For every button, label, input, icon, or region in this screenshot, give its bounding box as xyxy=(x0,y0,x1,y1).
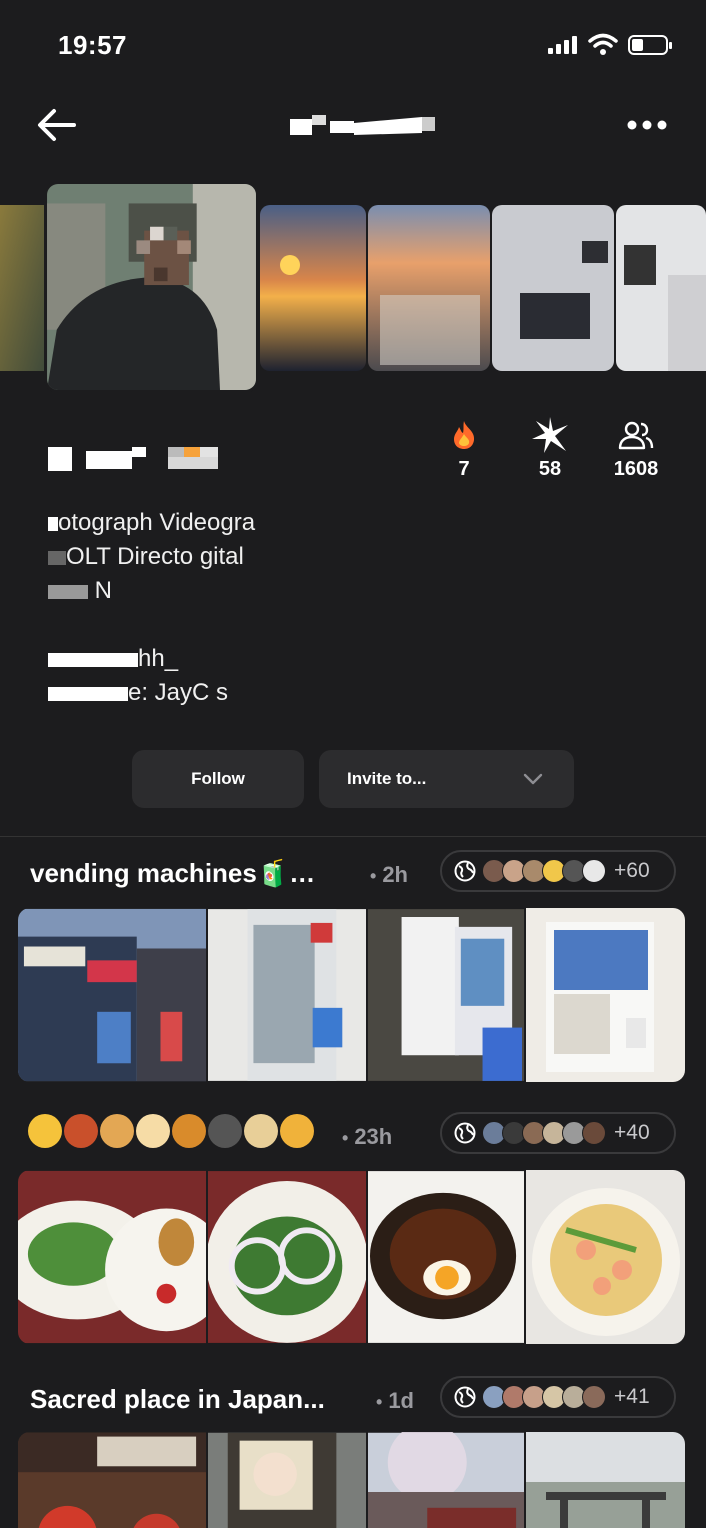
bio-line: e: JayC s xyxy=(48,676,468,710)
album-photo xyxy=(368,1170,526,1344)
member-avatar xyxy=(582,859,606,883)
cover-photo-desk xyxy=(492,205,614,371)
album-photo xyxy=(526,1432,685,1528)
album-time: • 1d xyxy=(376,1388,414,1413)
album-card[interactable]: • 23h +40 xyxy=(0,1112,706,1344)
redaction-mask xyxy=(48,686,128,701)
profile-stats: 7 58 1608 xyxy=(430,417,680,488)
album-photo xyxy=(368,1432,526,1528)
status-time: 19:57 xyxy=(58,30,127,60)
albums-count: 58 xyxy=(538,458,562,480)
pancakes-emoji-icon xyxy=(100,1114,134,1148)
members-extra-count: +40 xyxy=(614,1121,650,1144)
battery-icon xyxy=(628,35,672,55)
frying-pan-emoji-icon xyxy=(208,1114,242,1148)
album-header: Sacred place in Japan... • 1d +41 xyxy=(0,1376,706,1424)
paella-emoji-icon xyxy=(172,1114,206,1148)
album-photo xyxy=(526,908,685,1082)
album-photo xyxy=(526,1170,685,1344)
redaction-mask xyxy=(48,652,138,667)
album-card[interactable]: Sacred place in Japan... • 1d +41 xyxy=(0,1376,706,1528)
album-time-text: 2h xyxy=(382,862,408,887)
dumpling-emoji-icon xyxy=(244,1114,278,1148)
redacted-username xyxy=(290,115,435,135)
top-bar xyxy=(0,95,706,155)
member-avatars xyxy=(482,1121,606,1145)
cellular-signal-icon xyxy=(548,36,577,54)
redaction-mask xyxy=(48,550,66,565)
album-time: • 2h xyxy=(370,862,408,887)
more-options-icon[interactable] xyxy=(622,115,672,135)
bio-text: hh_ xyxy=(138,645,179,672)
album-members-pill[interactable]: +60 xyxy=(440,850,676,892)
album-photo xyxy=(18,1432,208,1528)
album-photo xyxy=(208,1432,368,1528)
wifi-icon xyxy=(588,33,618,55)
bio-line: otograph Videogra xyxy=(48,506,468,540)
streak-stat[interactable]: 7 xyxy=(424,418,504,481)
album-photo xyxy=(208,908,368,1082)
globe-icon xyxy=(454,1386,476,1408)
section-divider xyxy=(0,836,706,837)
beer-mugs-emoji-icon xyxy=(280,1114,314,1148)
album-header: • 23h +40 xyxy=(0,1112,706,1160)
cake-emoji-icon xyxy=(136,1114,170,1148)
cover-photo-street xyxy=(0,205,46,371)
bio-line: OLT Directo gital xyxy=(48,540,468,574)
album-photo xyxy=(18,1170,208,1344)
album-time-text: 1d xyxy=(388,1388,414,1413)
album-header: vending machines🧃… • 2h +60 xyxy=(0,850,706,898)
globe-icon xyxy=(454,860,476,882)
album-photo-strip[interactable] xyxy=(18,908,685,1082)
profile-avatar[interactable] xyxy=(44,181,259,393)
album-emoji-title[interactable] xyxy=(28,1114,314,1148)
redaction-mask xyxy=(48,584,88,599)
album-photo xyxy=(368,908,526,1082)
member-avatar xyxy=(582,1385,606,1409)
members-extra-count: +60 xyxy=(614,859,650,882)
cover-photo-sunset xyxy=(260,205,366,371)
sparkle-icon xyxy=(532,417,568,453)
friends-stat[interactable]: 1608 xyxy=(596,418,676,481)
invite-label: Invite to... xyxy=(347,769,427,788)
friends-count: 1608 xyxy=(613,458,659,480)
member-avatars xyxy=(482,859,606,883)
people-icon xyxy=(618,421,654,450)
album-time: • 23h xyxy=(342,1124,393,1149)
album-photo xyxy=(208,1170,368,1344)
follow-button[interactable]: Follow xyxy=(132,750,304,808)
chevron-down-icon xyxy=(523,773,543,785)
profile-bio: otograph Videogra OLT Directo gital N hh… xyxy=(48,506,468,710)
bio-text: e: JayC s xyxy=(128,679,229,706)
album-members-pill[interactable]: +40 xyxy=(440,1112,676,1154)
globe-icon xyxy=(454,1122,476,1144)
members-extra-count: +41 xyxy=(614,1385,650,1408)
back-arrow-icon[interactable] xyxy=(34,105,80,145)
bio-text: OLT Directo gital xyxy=(66,543,244,570)
meat-on-bone-emoji-icon xyxy=(64,1114,98,1148)
streak-count: 7 xyxy=(458,458,470,480)
redaction-mask xyxy=(48,516,58,531)
redacted-display-name xyxy=(48,447,218,471)
bio-line: N xyxy=(48,574,468,608)
album-photo-strip[interactable] xyxy=(18,1432,685,1528)
album-time-text: 23h xyxy=(354,1124,393,1149)
fire-icon xyxy=(454,421,475,449)
member-avatars xyxy=(482,1385,606,1409)
album-photo xyxy=(18,908,208,1082)
smiling-face-emoji-icon xyxy=(28,1114,62,1148)
album-photo-strip[interactable] xyxy=(18,1170,685,1344)
album-card[interactable]: vending machines🧃… • 2h +60 xyxy=(0,850,706,1082)
album-members-pill[interactable]: +41 xyxy=(440,1376,676,1418)
member-avatar xyxy=(582,1121,606,1145)
status-bar: 19:57 xyxy=(0,0,706,90)
albums-stat[interactable]: 58 xyxy=(510,417,590,481)
album-title[interactable]: vending machines🧃… xyxy=(30,858,315,889)
bio-text: otograph Videogra xyxy=(58,509,256,536)
bio-text: N xyxy=(88,577,112,604)
album-title[interactable]: Sacred place in Japan... xyxy=(30,1384,325,1415)
bio-line: hh_ xyxy=(48,642,468,676)
invite-to-dropdown[interactable]: Invite to... xyxy=(319,750,574,808)
